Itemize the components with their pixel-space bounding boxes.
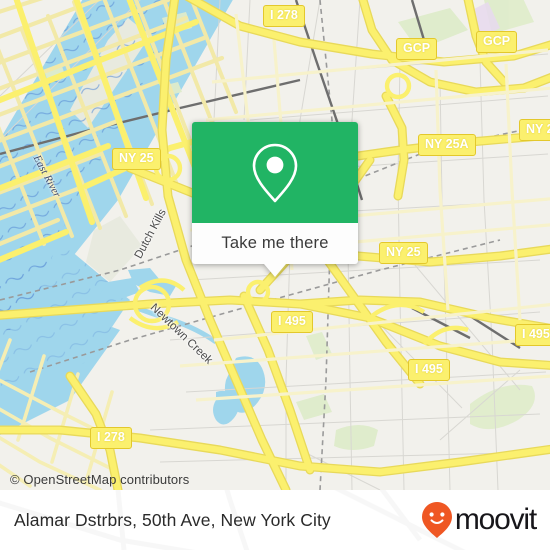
moovit-logo[interactable]: moovit	[420, 500, 537, 540]
place-title: Alamar Dstrbrs, 50th Ave, New York City	[14, 509, 331, 530]
road-shield[interactable]: I 278	[90, 427, 132, 449]
road-shield[interactable]: NY 25	[379, 242, 428, 264]
road-shield[interactable]: I 495	[408, 359, 450, 381]
road-shield[interactable]: NY 2	[519, 119, 550, 141]
road-shield[interactable]: GCP	[476, 31, 518, 53]
road-shield[interactable]: I 495	[515, 324, 550, 346]
moovit-map-screenshot: I 278 GCP GCP NY 25 NY 25A NY 2 NY 25 I …	[0, 0, 550, 550]
moovit-pin-icon	[421, 502, 452, 538]
road-shield[interactable]: I 278	[263, 5, 305, 27]
destination-popup-card[interactable]: Take me there	[192, 122, 358, 277]
popup-header	[192, 122, 358, 223]
moovit-wordmark: moovit	[454, 503, 537, 536]
road-shield[interactable]: GCP	[396, 38, 438, 60]
footer-bar: Alamar Dstrbrs, 50th Ave, New York City …	[0, 490, 550, 550]
road-shield[interactable]: NY 25A	[418, 134, 476, 156]
take-me-there-label: Take me there	[221, 234, 329, 252]
map-attribution: © OpenStreetMap contributors	[10, 472, 190, 487]
popup-tail	[264, 264, 286, 277]
road-shield[interactable]: NY 25	[112, 148, 161, 170]
map-pin-icon	[252, 143, 298, 202]
popup-action-row[interactable]: Take me there	[192, 223, 358, 264]
road-shield[interactable]: I 495	[271, 311, 313, 333]
